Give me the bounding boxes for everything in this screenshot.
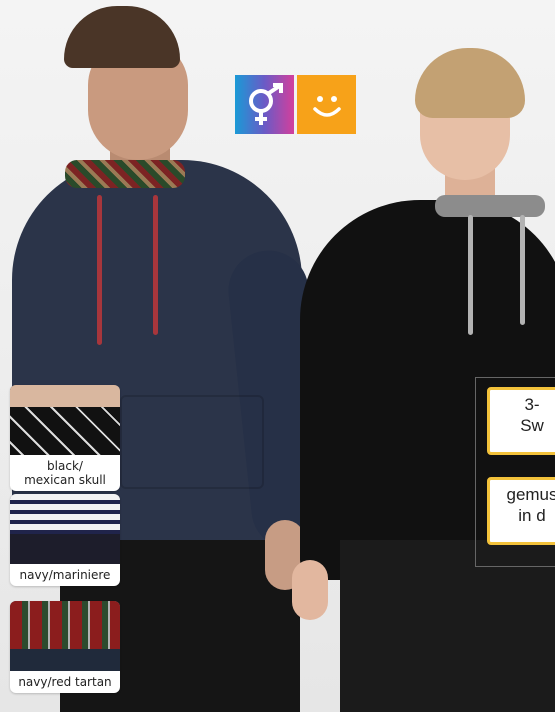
badge-2-line2: in d (518, 506, 546, 525)
woman-hand (292, 560, 328, 620)
swatch-black-mexican-skull[interactable]: black/ mexican skull (10, 385, 120, 491)
drawcord-right-gray (520, 215, 525, 325)
feature-badge-2: gemus in d (487, 477, 555, 545)
swatch-image (10, 601, 120, 671)
woman-hood-lining (435, 195, 545, 217)
swatch-label-line2: mexican skull (24, 473, 106, 487)
swatch-label-line1: navy/red tartan (18, 675, 112, 689)
drawcord-right (153, 195, 158, 335)
swatch-label-line1: navy/mariniere (19, 568, 111, 582)
drawcord-left (97, 195, 102, 345)
swatch-navy-red-tartan[interactable]: navy/red tartan (10, 601, 120, 693)
badge-1-line2: Sw (520, 416, 544, 435)
unisex-gender-icon (235, 75, 294, 134)
swatch-navy-mariniere[interactable]: navy/mariniere (10, 494, 120, 586)
kangaroo-pocket (120, 395, 264, 489)
man-hood-lining-tartan (65, 160, 185, 188)
badge-1-line1: 3- (524, 395, 540, 414)
badge-2-line1: gemus (506, 485, 555, 504)
woman-hair (415, 48, 525, 118)
feature-badge-1: 3- Sw (487, 387, 555, 455)
swatch-label: navy/red tartan (10, 671, 120, 693)
drawcord-left-gray (468, 215, 473, 335)
swatch-image (10, 494, 120, 564)
swatch-label: black/ mexican skull (10, 455, 120, 491)
smile-face (312, 95, 341, 117)
man-hair (64, 6, 180, 68)
swatch-label-line1: black/ (47, 459, 83, 473)
swatch-image (10, 385, 120, 455)
swatch-label: navy/mariniere (10, 564, 120, 586)
smile-icon (297, 75, 356, 134)
unisex-symbol (248, 82, 283, 125)
